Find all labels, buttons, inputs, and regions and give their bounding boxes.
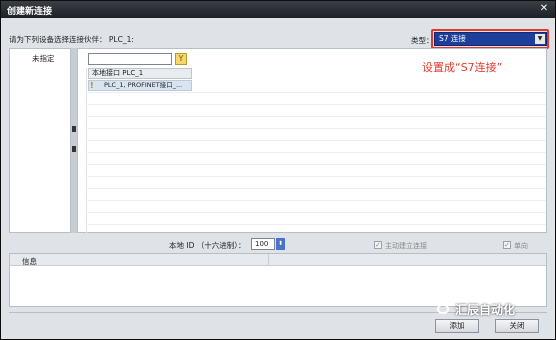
grid-divider <box>86 176 546 177</box>
create-connection-dialog: 创建新连接 ✕ 请为下列设备选择连接伙伴： PLC_1: 类型： S7 连接 ▼… <box>0 0 556 340</box>
titlebar: 创建新连接 ✕ <box>1 1 555 18</box>
grid-divider <box>86 116 546 117</box>
connection-type-value: S7 连接 <box>439 34 466 43</box>
active-connect-checkbox[interactable]: ✓ <box>374 241 382 249</box>
partner-tree-right: Y 本地接口 PLC_1 ! PLC_1, PROFINET接口_... <box>77 48 547 233</box>
tree-item-unspecified[interactable]: 未指定 <box>32 53 55 64</box>
info-title: 信息 <box>22 257 37 266</box>
local-id-input[interactable]: 100 <box>251 238 275 250</box>
active-connect-label: 主动建立连接 <box>385 242 427 250</box>
annotation-text: 设置成“S7连接” <box>422 61 503 74</box>
expand-right-icon[interactable] <box>72 146 76 152</box>
connection-type-select[interactable]: S7 连接 ▼ <box>434 32 547 46</box>
filter-icon[interactable]: Y <box>175 53 187 65</box>
local-id-label: 本地 ID （十六进制）： <box>169 241 246 250</box>
close-button[interactable]: 关闭 <box>495 319 539 333</box>
type-label: 类型： <box>411 36 434 45</box>
grid-divider <box>86 152 546 153</box>
grid-divider <box>86 140 546 141</box>
grid-divider <box>86 164 546 165</box>
grid-divider <box>86 224 546 225</box>
grid-divider <box>86 104 546 105</box>
filter-input[interactable] <box>88 53 172 65</box>
info-header: 信息 <box>10 254 546 266</box>
grid-divider <box>86 92 546 93</box>
grid-divider <box>86 200 546 201</box>
warning-icon: ! <box>90 81 94 90</box>
close-icon[interactable]: ✕ <box>537 3 551 15</box>
spin-stepper-icon[interactable]: ⬍ <box>276 238 285 250</box>
one-way-label: 单向 <box>514 242 528 250</box>
grid-divider <box>86 128 546 129</box>
chevron-down-icon[interactable]: ▼ <box>535 34 545 44</box>
add-button[interactable]: 添加 <box>435 319 479 333</box>
window-title: 创建新连接 <box>7 7 53 17</box>
partner-tree-left: 未指定 <box>9 48 71 233</box>
watermark-text: 汇辰自动化 <box>455 303 516 317</box>
info-pane: 信息 <box>9 253 547 307</box>
wechat-logo-icon <box>437 304 449 314</box>
tree-row-label: PLC_1, PROFINET接口_... <box>104 81 183 89</box>
grid-divider <box>86 212 546 213</box>
column-header-local-interface[interactable]: 本地接口 PLC_1 <box>88 68 192 79</box>
one-way-checkbox[interactable]: ✓ <box>503 241 511 249</box>
column-divider[interactable] <box>268 254 269 266</box>
partner-prompt-label: 请为下列设备选择连接伙伴： PLC_1: <box>9 35 134 44</box>
collapse-left-icon[interactable] <box>72 126 76 132</box>
grid-divider <box>86 188 546 189</box>
tree-row[interactable]: ! PLC_1, PROFINET接口_... <box>88 80 192 91</box>
